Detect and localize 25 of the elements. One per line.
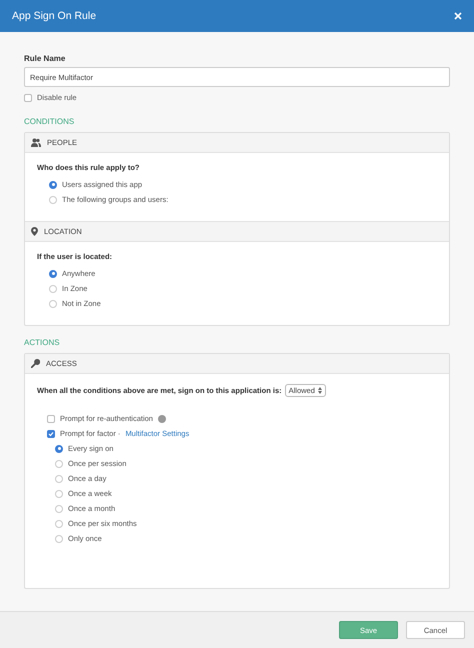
radio-button[interactable]	[49, 300, 57, 308]
people-icon	[31, 138, 41, 147]
radio-button[interactable]	[55, 520, 63, 528]
radio-button[interactable]	[49, 284, 57, 292]
location-pin-icon	[31, 227, 38, 236]
section-heading: CONDITIONS	[24, 117, 76, 126]
key-icon	[31, 359, 40, 368]
radio-button[interactable]	[49, 196, 57, 204]
section-heading: ACTIONS	[24, 338, 61, 347]
radio-button[interactable]	[55, 534, 63, 542]
radio-button[interactable]	[55, 444, 63, 452]
radio-button[interactable]	[55, 504, 63, 512]
checkbox[interactable]	[47, 414, 55, 422]
field-label: Rule Name	[24, 54, 66, 63]
checkbox[interactable]	[24, 94, 32, 102]
checkbox[interactable]	[47, 430, 55, 438]
close-icon[interactable]	[454, 12, 462, 20]
radio-button[interactable]	[49, 180, 57, 188]
help-icon[interactable]	[158, 414, 166, 422]
radio-button[interactable]	[55, 490, 63, 498]
radio-button[interactable]	[49, 270, 57, 278]
stepper-arrows-icon	[318, 387, 322, 394]
window-title: App Sign On Rule	[12, 10, 96, 22]
radio-button[interactable]	[55, 474, 63, 482]
radio-button[interactable]	[55, 460, 63, 468]
